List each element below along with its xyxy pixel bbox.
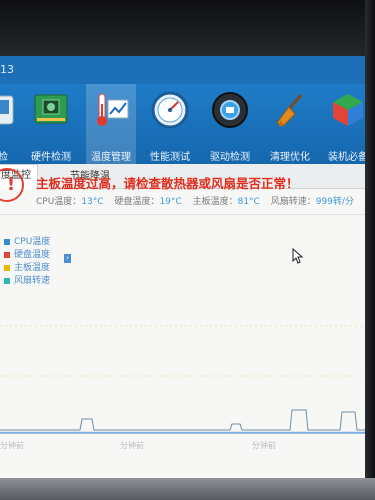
temperature-chart: 分钟前 分钟前 分钟前 (0, 325, 366, 450)
legend-swatch (4, 238, 10, 245)
mouse-cursor-icon (292, 248, 304, 264)
chart-legend: CPU温度 硬盘温度 主板温度 风扇转速 (4, 234, 50, 286)
fan-speed-line (0, 409, 366, 431)
reading-label: CPU温度： (36, 197, 82, 207)
reading-label: 风扇转速： (270, 197, 316, 207)
toolbar-label: 驱动检测 (210, 152, 250, 163)
legend-swatch (4, 264, 10, 271)
reading-label: 主板温度： (192, 197, 238, 207)
legend-swatch (4, 277, 10, 284)
driver-gear-icon (212, 92, 248, 128)
fan-speed-value: 999转/分 (315, 197, 354, 207)
legend-item[interactable]: 主板温度 (4, 260, 50, 273)
legend-item[interactable]: CPU温度 (4, 234, 50, 247)
cube-box-icon (333, 94, 363, 126)
monitor-bezel-right (365, 0, 375, 500)
legend-item[interactable]: 硬盘温度 (4, 247, 50, 260)
legend-swatch (4, 251, 10, 258)
toolbar-item-temperature[interactable]: 温度管理 (86, 84, 136, 164)
legend-label: 风扇转速 (14, 276, 51, 286)
motherboard-icon (34, 94, 68, 124)
app-window: 13 检 硬件检测 温度管理 性能测试 驱动检测 清理优化 装机必备 度监控 节… (0, 56, 366, 478)
partial-tool-icon (0, 95, 14, 125)
toolbar-label: 清理优化 (270, 152, 310, 163)
disk-temp-value: 19°C (159, 197, 182, 207)
toolbar-item-driver[interactable]: 驱动检测 (205, 84, 255, 164)
main-toolbar: 检 硬件检测 温度管理 性能测试 驱动检测 清理优化 装机必备 (0, 84, 366, 164)
toolbar-item-cleanup[interactable]: 清理优化 (265, 84, 315, 164)
title-bar: 13 (0, 56, 366, 84)
speedometer-icon (151, 91, 189, 129)
toolbar-item-essentials[interactable]: 装机必备 (323, 84, 366, 164)
toolbar-item-check[interactable]: 检 (0, 84, 22, 164)
toolbar-label: 硬件检测 (31, 152, 71, 163)
legend-label: 硬盘温度 (14, 250, 51, 260)
divider (0, 214, 366, 215)
temperature-readings: CPU温度：13°C 硬盘温度：19°C 主板温度：81°C 风扇转速：999转… (36, 194, 362, 207)
x-tick-label: 分钟前 (252, 440, 276, 450)
monitor-bezel-top (0, 0, 375, 56)
x-tick-label: 分钟前 (0, 440, 24, 450)
toolbar-label: 装机必备 (328, 152, 366, 163)
x-tick-label: 分钟前 (120, 440, 144, 450)
broom-icon (276, 94, 303, 127)
toolbar-item-hardware[interactable]: 硬件检测 (26, 84, 76, 164)
toolbar-label: 检 (0, 152, 8, 163)
thermometer-chart-icon (97, 93, 129, 126)
toolbar-label: 温度管理 (91, 152, 131, 163)
legend-label: CPU温度 (14, 237, 51, 247)
legend-item[interactable]: 风扇转速 (4, 273, 50, 286)
toolbar-label: 性能测试 (150, 152, 190, 163)
board-temp-value: 81°C (237, 197, 260, 207)
monitor-bezel-bottom (0, 478, 375, 500)
legend-label: 主板温度 (14, 263, 51, 273)
version-label: 13 (0, 63, 14, 76)
reading-label: 硬盘温度： (114, 197, 160, 207)
toolbar-item-performance[interactable]: 性能测试 (145, 84, 195, 164)
cpu-temp-value: 13°C (81, 197, 104, 207)
alert-title: 主板温度过高，请检查散热器或风扇是否正常！ (36, 176, 299, 191)
legend-toggle-button[interactable]: › (64, 254, 71, 263)
